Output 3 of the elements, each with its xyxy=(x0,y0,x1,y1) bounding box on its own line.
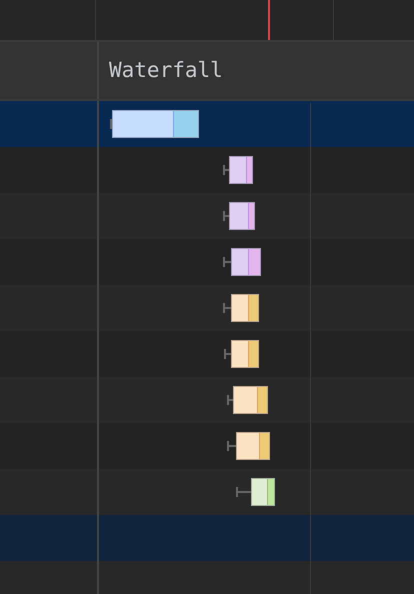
load-event-line xyxy=(268,0,270,40)
selected-request-row[interactable] xyxy=(0,101,414,147)
column-header[interactable]: Waterfall xyxy=(109,54,223,86)
